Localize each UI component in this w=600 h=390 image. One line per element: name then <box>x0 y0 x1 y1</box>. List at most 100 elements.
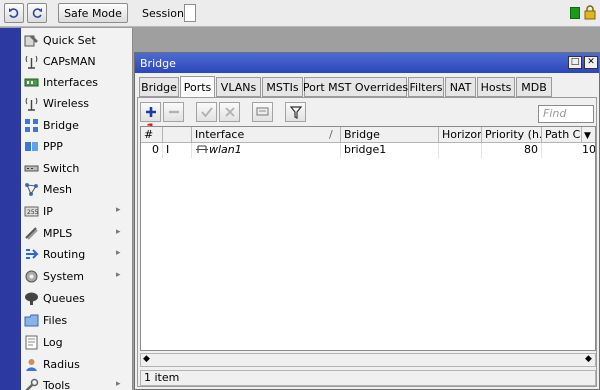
tab-port-mst-overrides[interactable]: Port MST Overrides <box>303 77 408 97</box>
sidebar-item-capsman[interactable]: CAPsMAN <box>21 51 133 72</box>
session-label: Session: <box>142 7 188 20</box>
sidebar-item-log[interactable]: Log <box>21 332 133 353</box>
comment-icon <box>256 107 269 116</box>
column-header-number[interactable]: # <box>141 127 163 143</box>
column-header-interface[interactable]: Interface / <box>192 127 341 143</box>
cell-horizon <box>439 143 482 158</box>
capsman-icon <box>25 55 38 69</box>
x-icon <box>224 107 235 117</box>
dropdown-arrow-icon: ▼ <box>584 131 591 141</box>
cell-interface: wlan1 <box>192 143 341 158</box>
main-toolbar: Safe Mode Session: <box>0 0 600 27</box>
find-input[interactable]: Find <box>538 105 594 123</box>
column-header-priority[interactable]: Priority (h... <box>482 127 542 143</box>
sidebar-item-system[interactable]: System ▸ <box>21 266 133 287</box>
sidebar-item-bridge[interactable]: Bridge <box>21 115 133 136</box>
add-button[interactable] <box>140 102 161 122</box>
tab-vlans[interactable]: VLANs <box>216 77 261 97</box>
ip-icon: 255 <box>24 206 39 217</box>
column-chooser-button[interactable]: ▼ <box>582 127 595 143</box>
mesh-icon <box>25 183 38 196</box>
window-title: Bridge <box>140 57 176 70</box>
ppp-icon <box>25 142 38 151</box>
sidebar-item-files[interactable]: Files <box>21 310 133 331</box>
sidebar-item-switch[interactable]: Switch <box>21 158 133 179</box>
undo-icon <box>9 8 19 18</box>
lock-icon <box>584 5 596 20</box>
submenu-arrow-icon: ▸ <box>116 205 121 215</box>
column-header-horizon[interactable]: Horizon <box>439 127 482 143</box>
column-header-flags[interactable] <box>163 127 192 143</box>
check-icon <box>200 107 213 118</box>
plus-icon <box>145 107 156 117</box>
sort-icon: / <box>329 128 333 141</box>
filter-button[interactable] <box>285 102 306 122</box>
tab-bridge[interactable]: Bridge <box>139 77 179 97</box>
submenu-arrow-icon: ▸ <box>116 379 121 389</box>
close-button[interactable]: ✕ <box>584 56 598 69</box>
cell-flags: I <box>163 143 192 158</box>
connection-status-icon <box>570 7 580 19</box>
column-header-path-cost[interactable]: Path Co <box>542 127 582 143</box>
horizontal-scrollbar[interactable]: ◆ ◆ <box>140 353 596 367</box>
quick-set-icon <box>24 35 38 47</box>
interface-icon <box>196 145 208 153</box>
radius-icon <box>26 359 37 371</box>
interfaces-icon <box>24 78 39 87</box>
submenu-arrow-icon: ▸ <box>116 270 121 280</box>
scroll-right-icon[interactable]: ◆ <box>585 354 592 364</box>
sidebar-item-ip[interactable]: 255 IP ▸ <box>21 201 133 222</box>
ports-panel: Find 1 # Interface / Bridge Horizon Prio… <box>137 97 597 387</box>
sidebar-item-radius[interactable]: Radius <box>21 354 133 375</box>
sidebar-item-mesh[interactable]: Mesh <box>21 179 133 200</box>
submenu-arrow-icon: ▸ <box>116 248 121 258</box>
sidebar-item-ppp[interactable]: PPP <box>21 136 133 157</box>
sidebar-item-routing[interactable]: Routing ▸ <box>21 244 133 265</box>
svg-text:255: 255 <box>27 209 39 216</box>
cell-priority: 80 <box>482 143 542 158</box>
remove-button[interactable] <box>163 102 184 122</box>
maximize-button[interactable]: □ <box>568 56 582 69</box>
column-header-bridge[interactable]: Bridge <box>341 127 439 143</box>
ports-table: # Interface / Bridge Horizon Priority (h… <box>140 126 596 351</box>
sidebar-item-quick-set[interactable]: Quick Set <box>21 30 133 51</box>
filter-icon <box>289 105 302 119</box>
tab-mstis[interactable]: MSTIs <box>262 77 303 97</box>
tab-filters[interactable]: Filters <box>408 77 444 97</box>
comment-button[interactable] <box>252 102 273 122</box>
sidebar-item-queues[interactable]: Queues <box>21 288 133 309</box>
submenu-arrow-icon: ▸ <box>116 227 121 237</box>
bridge-window: Bridge □ ✕ Bridge Ports VLANs MSTIs Port… <box>134 52 600 390</box>
cell-interface-name: wlan1 <box>209 143 242 156</box>
redo-button[interactable] <box>27 3 47 23</box>
tab-mdb[interactable]: MDB <box>516 77 552 97</box>
redo-icon <box>32 8 42 18</box>
enable-button[interactable] <box>196 102 217 122</box>
tab-hosts[interactable]: Hosts <box>477 77 515 97</box>
scroll-left-icon[interactable]: ◆ <box>143 354 150 364</box>
cell-bridge: bridge1 <box>341 143 439 158</box>
brand-strip <box>0 28 21 390</box>
cell-number: 0 <box>141 143 163 158</box>
column-header-interface-label: Interface <box>195 128 245 141</box>
tab-nat[interactable]: NAT <box>445 77 476 97</box>
sidebar-item-wireless[interactable]: Wireless <box>21 93 133 114</box>
sidebar-menu: Quick Set CAPsMAN Interfaces Wireless Br… <box>21 28 133 390</box>
status-bar: 1 item <box>140 370 596 386</box>
tab-ports[interactable]: Ports <box>180 76 215 98</box>
wireless-icon <box>25 97 38 111</box>
undo-button[interactable] <box>4 3 24 23</box>
window-title-bar[interactable]: Bridge □ ✕ <box>135 53 599 73</box>
table-row[interactable]: 0 I wlan1 bridge1 80 10 <box>141 143 595 158</box>
safe-mode-button[interactable]: Safe Mode <box>58 3 128 23</box>
switch-icon <box>24 165 39 172</box>
session-field[interactable] <box>184 4 196 22</box>
disable-button[interactable] <box>219 102 240 122</box>
mpls-icon <box>25 227 38 240</box>
sidebar-item-mpls[interactable]: MPLS ▸ <box>21 223 133 244</box>
sidebar-item-tools[interactable]: Tools ▸ <box>21 375 133 390</box>
files-icon <box>24 314 39 327</box>
cell-path-cost: 10 <box>542 143 595 158</box>
system-icon <box>25 270 38 283</box>
sidebar-item-interfaces[interactable]: Interfaces <box>21 72 133 93</box>
